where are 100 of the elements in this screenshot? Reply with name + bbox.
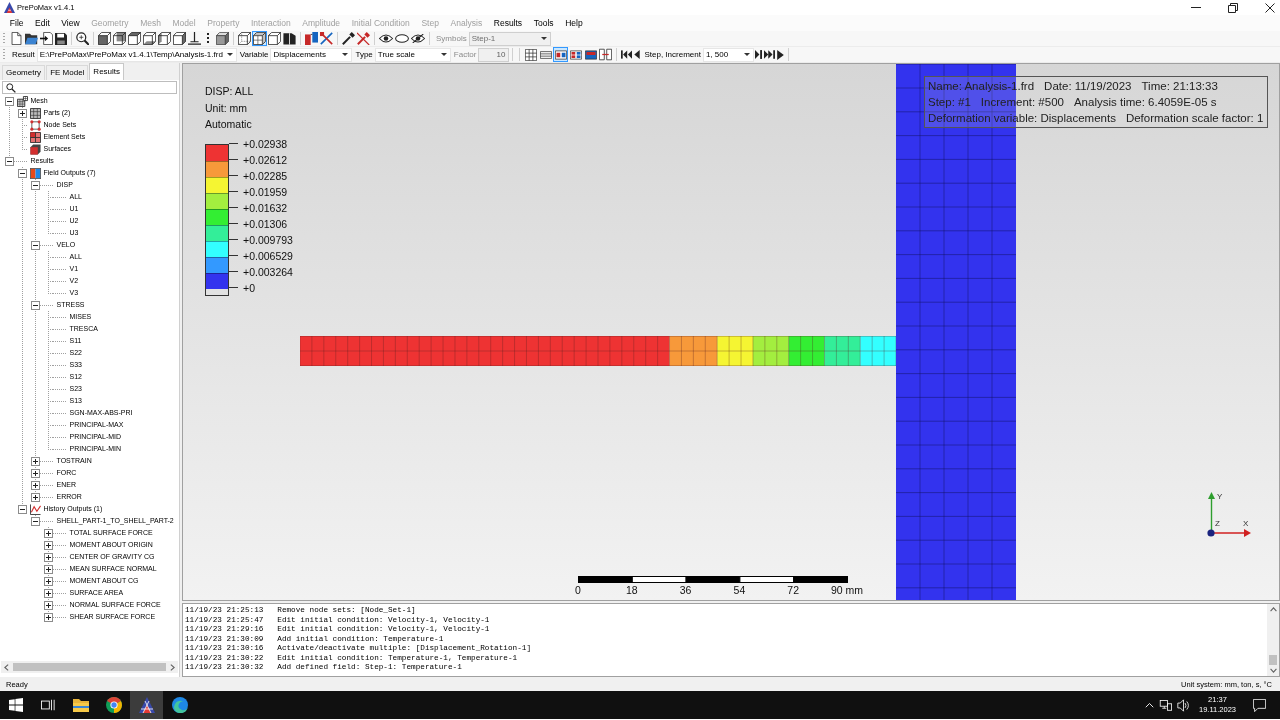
minus-box-icon[interactable] bbox=[4, 96, 14, 106]
eyedropper-crossed-icon[interactable] bbox=[357, 32, 370, 45]
display-mode-button[interactable] bbox=[568, 47, 584, 62]
view-mode-button[interactable] bbox=[252, 31, 267, 46]
cube-bottom-icon[interactable] bbox=[143, 32, 156, 45]
display-mode-button[interactable] bbox=[523, 47, 539, 62]
display-mode-button[interactable] bbox=[583, 47, 599, 62]
plus-box-icon[interactable] bbox=[43, 528, 53, 538]
skip-to-end-icon[interactable] bbox=[763, 50, 775, 59]
plus-box-icon[interactable] bbox=[30, 468, 40, 478]
toolbar-label: Step, Increment bbox=[644, 50, 701, 59]
minus-box-icon[interactable] bbox=[17, 168, 27, 178]
minus-box-icon[interactable] bbox=[4, 156, 14, 166]
search-field[interactable] bbox=[2, 81, 177, 94]
plus-box-icon[interactable] bbox=[30, 492, 40, 502]
eye-icon[interactable] bbox=[379, 34, 393, 43]
previous-icon[interactable] bbox=[634, 50, 641, 59]
minus-box-icon[interactable] bbox=[30, 180, 40, 190]
cube-left-icon[interactable] bbox=[158, 32, 171, 45]
cube-front-icon[interactable] bbox=[98, 32, 111, 45]
tab[interactable]: Geometry bbox=[2, 65, 46, 80]
network-icon[interactable] bbox=[1159, 699, 1172, 711]
play-icon[interactable] bbox=[776, 49, 784, 60]
display-mode-button[interactable] bbox=[553, 47, 569, 62]
chevron-up-icon[interactable] bbox=[1145, 702, 1154, 708]
field-output-icon bbox=[29, 167, 41, 179]
close-icon[interactable] bbox=[1265, 2, 1275, 13]
cube-top-icon[interactable] bbox=[128, 32, 141, 45]
plus-box-icon[interactable] bbox=[43, 612, 53, 622]
new-file-icon[interactable] bbox=[10, 32, 23, 45]
restore-icon[interactable] bbox=[1228, 2, 1238, 13]
result-file-dropdown[interactable]: E:\PrePoMax\PrePoMax v1.4.1\Temp\Analysis-1.frd bbox=[36, 47, 237, 62]
menu-item[interactable]: File bbox=[4, 15, 30, 31]
start-icon[interactable] bbox=[8, 698, 23, 712]
scale-label: 90 mm bbox=[829, 583, 865, 597]
cube-right-icon[interactable] bbox=[173, 32, 186, 45]
plus-box-icon[interactable] bbox=[17, 108, 27, 118]
save-icon[interactable] bbox=[55, 32, 67, 45]
cube-back-icon[interactable] bbox=[113, 32, 126, 45]
minus-box-icon[interactable] bbox=[17, 504, 27, 514]
open-folder-icon[interactable] bbox=[25, 32, 38, 45]
section-cut-icon[interactable] bbox=[305, 32, 318, 45]
menu-item[interactable]: Results bbox=[487, 15, 528, 31]
vertical-scrollbar[interactable] bbox=[1267, 604, 1279, 676]
scrollbar-thumb[interactable] bbox=[1269, 655, 1277, 665]
skip-to-start-icon[interactable] bbox=[621, 50, 633, 59]
speaker-icon[interactable] bbox=[1177, 698, 1190, 712]
next-icon[interactable] bbox=[754, 50, 762, 59]
plus-box-icon[interactable] bbox=[43, 576, 53, 586]
plus-box-icon[interactable] bbox=[43, 588, 53, 598]
variable-dropdown[interactable]: Displacements bbox=[270, 47, 353, 62]
legend-text: Automatic bbox=[205, 117, 253, 132]
plus-box-icon[interactable] bbox=[30, 456, 40, 466]
axis-label: Z bbox=[1215, 519, 1220, 528]
plus-box-icon[interactable] bbox=[43, 540, 53, 550]
menu-item[interactable]: Help bbox=[559, 15, 589, 31]
color-blocks-icon bbox=[584, 48, 597, 61]
ellipse-icon[interactable] bbox=[395, 34, 409, 43]
minus-box-icon[interactable] bbox=[30, 300, 40, 310]
info-text: Step: #1 bbox=[928, 95, 971, 110]
line-graph-icon bbox=[29, 503, 41, 515]
minus-box-icon[interactable] bbox=[30, 240, 40, 250]
cross-arrows-icon[interactable] bbox=[320, 32, 333, 45]
eye-slash-icon[interactable] bbox=[411, 34, 425, 43]
info-text: Time: 21:13:33 bbox=[1141, 79, 1218, 94]
shaded-cube-icon[interactable] bbox=[216, 32, 229, 45]
plus-box-icon[interactable] bbox=[30, 480, 40, 490]
import-icon[interactable] bbox=[40, 32, 53, 45]
toolbar-label: Variable bbox=[239, 50, 269, 59]
horizontal-scrollbar[interactable] bbox=[1, 661, 178, 673]
parts-icon bbox=[29, 107, 41, 119]
view-mode-button[interactable] bbox=[267, 31, 282, 46]
taskbar-button[interactable] bbox=[130, 691, 163, 719]
tab[interactable]: Results bbox=[89, 63, 125, 80]
tab[interactable]: FE Model bbox=[46, 65, 89, 80]
compare-icon[interactable] bbox=[599, 48, 613, 61]
minus-box-icon[interactable] bbox=[30, 516, 40, 526]
view-mode-button[interactable] bbox=[237, 31, 252, 46]
view-mode-button[interactable] bbox=[282, 31, 297, 46]
increment-dropdown[interactable]: 1, 500 bbox=[702, 47, 754, 62]
eyedropper-icon[interactable] bbox=[342, 32, 355, 45]
menu-item[interactable]: Tools bbox=[527, 15, 560, 31]
type-dropdown[interactable]: True scale bbox=[374, 47, 451, 62]
scale-label: 36 bbox=[678, 583, 693, 597]
scale-label: 0 bbox=[574, 583, 582, 597]
notification-icon[interactable] bbox=[1253, 698, 1266, 712]
perpendicular-icon[interactable] bbox=[188, 32, 201, 45]
plus-box-icon[interactable] bbox=[43, 564, 53, 574]
task-view-icon[interactable] bbox=[40, 698, 55, 712]
menu-item[interactable]: View bbox=[55, 15, 86, 31]
zoom-icon[interactable] bbox=[76, 32, 89, 45]
plus-box-icon[interactable] bbox=[43, 552, 53, 562]
caret-icon bbox=[743, 53, 750, 56]
toolbar-label: Result bbox=[12, 50, 35, 59]
scrollbar-thumb[interactable] bbox=[13, 663, 166, 671]
legend-text: Unit: mm bbox=[205, 100, 248, 116]
x-axis-arrow-icon bbox=[1207, 529, 1251, 537]
legend-text: DISP: ALL bbox=[205, 84, 255, 99]
plus-box-icon[interactable] bbox=[43, 600, 53, 610]
menu-item[interactable]: Edit bbox=[29, 15, 56, 31]
